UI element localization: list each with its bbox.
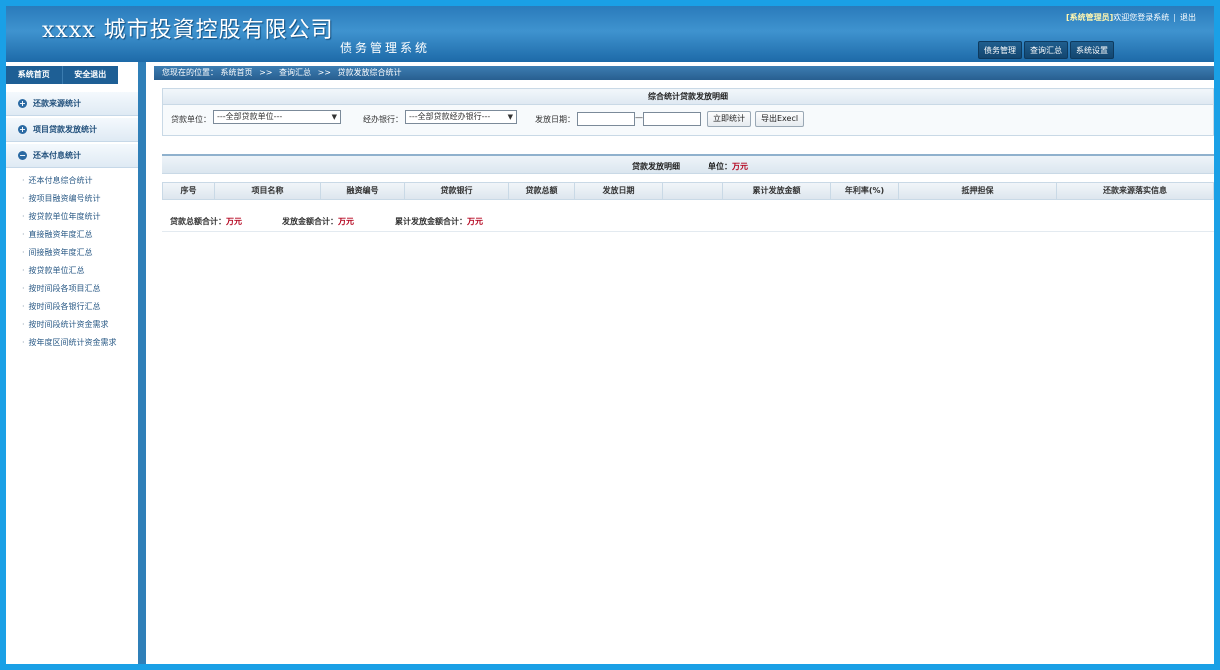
sidebar-item[interactable]: · 还本付息综合统计	[22, 175, 93, 186]
result-title: 贷款发放明细	[632, 162, 680, 171]
sidebar-item[interactable]: · 按年度区间统计资金需求	[22, 337, 117, 348]
header: xxxx 城市投資控股有限公司 债务管理系统 [系统管理员]欢迎您登录系统 | 退出…	[6, 6, 1214, 62]
home-button[interactable]: 系统首页	[6, 66, 63, 84]
sidebar-group-label: 项目贷款发放统计	[33, 125, 97, 134]
date-to-input[interactable]	[643, 112, 701, 126]
sidebar-group-label: 还本付息统计	[33, 151, 81, 160]
column-header: 发放日期	[575, 183, 663, 199]
breadcrumb-home[interactable]: 系统首页	[221, 68, 253, 77]
totals-row: 贷款总额合计：万元 发放金额合计：万元 累计发放金额合计：万元	[162, 208, 1214, 232]
tab-query-summary[interactable]: 查询汇总	[1024, 41, 1068, 59]
sidebar-group-loan-issuance[interactable]: + 项目贷款发放统计	[6, 118, 138, 142]
column-header: 还款来源落实信息	[1103, 186, 1167, 195]
loan-unit-label: 贷款单位：	[171, 115, 211, 124]
sidebar-item[interactable]: · 按时间段各项目汇总	[22, 283, 101, 294]
bank-select[interactable]: ---全部贷款经办银行--- ▼	[405, 110, 517, 124]
breadcrumb-prefix: 您现在的位置：	[162, 68, 218, 77]
search-panel-title: 综合统计贷款发放明细	[163, 89, 1213, 105]
user-bar-separator: |	[1173, 13, 1176, 22]
bank-label: 经办银行：	[363, 115, 403, 124]
dropdown-caret-icon: ▼	[507, 113, 513, 121]
breadcrumb: 您现在的位置： 系统首页 >> 查询汇总 >> 贷款发放综合统计	[154, 66, 1214, 80]
dropdown-caret-icon: ▼	[331, 113, 337, 121]
column-header: 贷款总额	[509, 183, 575, 199]
system-name: 债务管理系统	[340, 41, 431, 55]
breadcrumb-query[interactable]: 查询汇总	[279, 68, 311, 77]
plus-circle-icon: +	[18, 125, 27, 134]
column-header: 抵押担保	[899, 183, 1057, 199]
user-role: [系统管理员]	[1065, 13, 1114, 22]
sidebar-top-bar: 系统首页 安全退出	[6, 66, 118, 84]
tab-system-settings[interactable]: 系统设置	[1070, 41, 1114, 59]
sidebar-item[interactable]: · 直接融资年度汇总	[22, 229, 93, 240]
safe-exit-button[interactable]: 安全退出	[63, 66, 119, 84]
cumulative-total: 累计发放金额合计：万元	[395, 217, 483, 226]
sidebar-item[interactable]: · 按时间段各银行汇总	[22, 301, 101, 312]
search-row: 贷款单位： ---全部贷款单位--- ▼ 经办银行： ---全部贷款经办银行--…	[163, 105, 1213, 133]
unit-info: 单位：万元	[708, 162, 748, 171]
breadcrumb-arrow: >>	[317, 68, 331, 77]
sidebar-item[interactable]: · 按时间段统计资金需求	[22, 319, 109, 330]
search-panel: 综合统计贷款发放明细 贷款单位： ---全部贷款单位--- ▼ 经办银行： --…	[162, 88, 1214, 136]
sidebar-group-label: 还款来源统计	[33, 99, 81, 108]
loan-unit-select[interactable]: ---全部贷款单位--- ▼	[213, 110, 341, 124]
sidebar-group-principal-interest[interactable]: − 还本付息统计	[6, 144, 138, 168]
breadcrumb-current: 贷款发放综合统计	[337, 68, 402, 77]
app-frame: xxxx 城市投資控股有限公司 债务管理系统 [系统管理员]欢迎您登录系统 | 退出…	[6, 6, 1214, 664]
welcome-text: 欢迎您登录系统	[1113, 13, 1170, 22]
breadcrumb-arrow: >>	[259, 68, 273, 77]
logout-link[interactable]: 退出	[1180, 13, 1196, 22]
loan-total: 贷款总额合计：万元	[170, 217, 242, 226]
date-from-input[interactable]	[577, 112, 635, 126]
sidebar: 系统首页 安全退出 + 还款来源统计 + 项目贷款发放统计 − 还本付息统计 ·…	[6, 62, 146, 664]
column-header: 年利率(%)	[831, 183, 899, 199]
column-header: 序号	[163, 183, 215, 199]
date-range-dash: —	[635, 113, 643, 122]
column-header: 融资编号	[321, 183, 405, 199]
column-header	[663, 183, 723, 199]
user-bar: [系统管理员]欢迎您登录系统 | 退出	[1066, 12, 1196, 23]
sidebar-item[interactable]: · 按项目融资编号统计	[22, 193, 101, 204]
top-tabs: 债务管理 查询汇总 系统设置	[978, 41, 1114, 59]
tab-debt-management[interactable]: 债务管理	[978, 41, 1022, 59]
issue-date-label: 发放日期：	[535, 115, 575, 124]
column-header: 贷款银行	[405, 183, 509, 199]
sidebar-group-repayment-source[interactable]: + 还款来源统计	[6, 92, 138, 116]
company-title: xxxx 城市投資控股有限公司	[42, 18, 334, 43]
minus-circle-icon: −	[18, 151, 27, 160]
export-excel-button[interactable]: 导出Execl	[755, 111, 805, 127]
result-title-bar: 贷款发放明细 单位：万元	[162, 154, 1214, 174]
plus-circle-icon: +	[18, 99, 27, 108]
column-header: 累计发放金额	[723, 183, 831, 199]
sidebar-item[interactable]: · 间接融资年度汇总	[22, 247, 93, 258]
sidebar-item[interactable]: · 按贷款单位年度统计	[22, 211, 101, 222]
issued-total: 发放金额合计：万元	[282, 217, 354, 226]
main-content: 您现在的位置： 系统首页 >> 查询汇总 >> 贷款发放综合统计 综合统计贷款发…	[154, 62, 1214, 664]
stat-button[interactable]: 立即统计	[707, 111, 751, 127]
column-header: 项目名称	[215, 183, 321, 199]
table-header: 序号 项目名称 融资编号 贷款银行 贷款总额 发放日期 累计发放金额 年利率(%…	[162, 182, 1214, 200]
sidebar-item[interactable]: · 按贷款单位汇总	[22, 265, 85, 276]
